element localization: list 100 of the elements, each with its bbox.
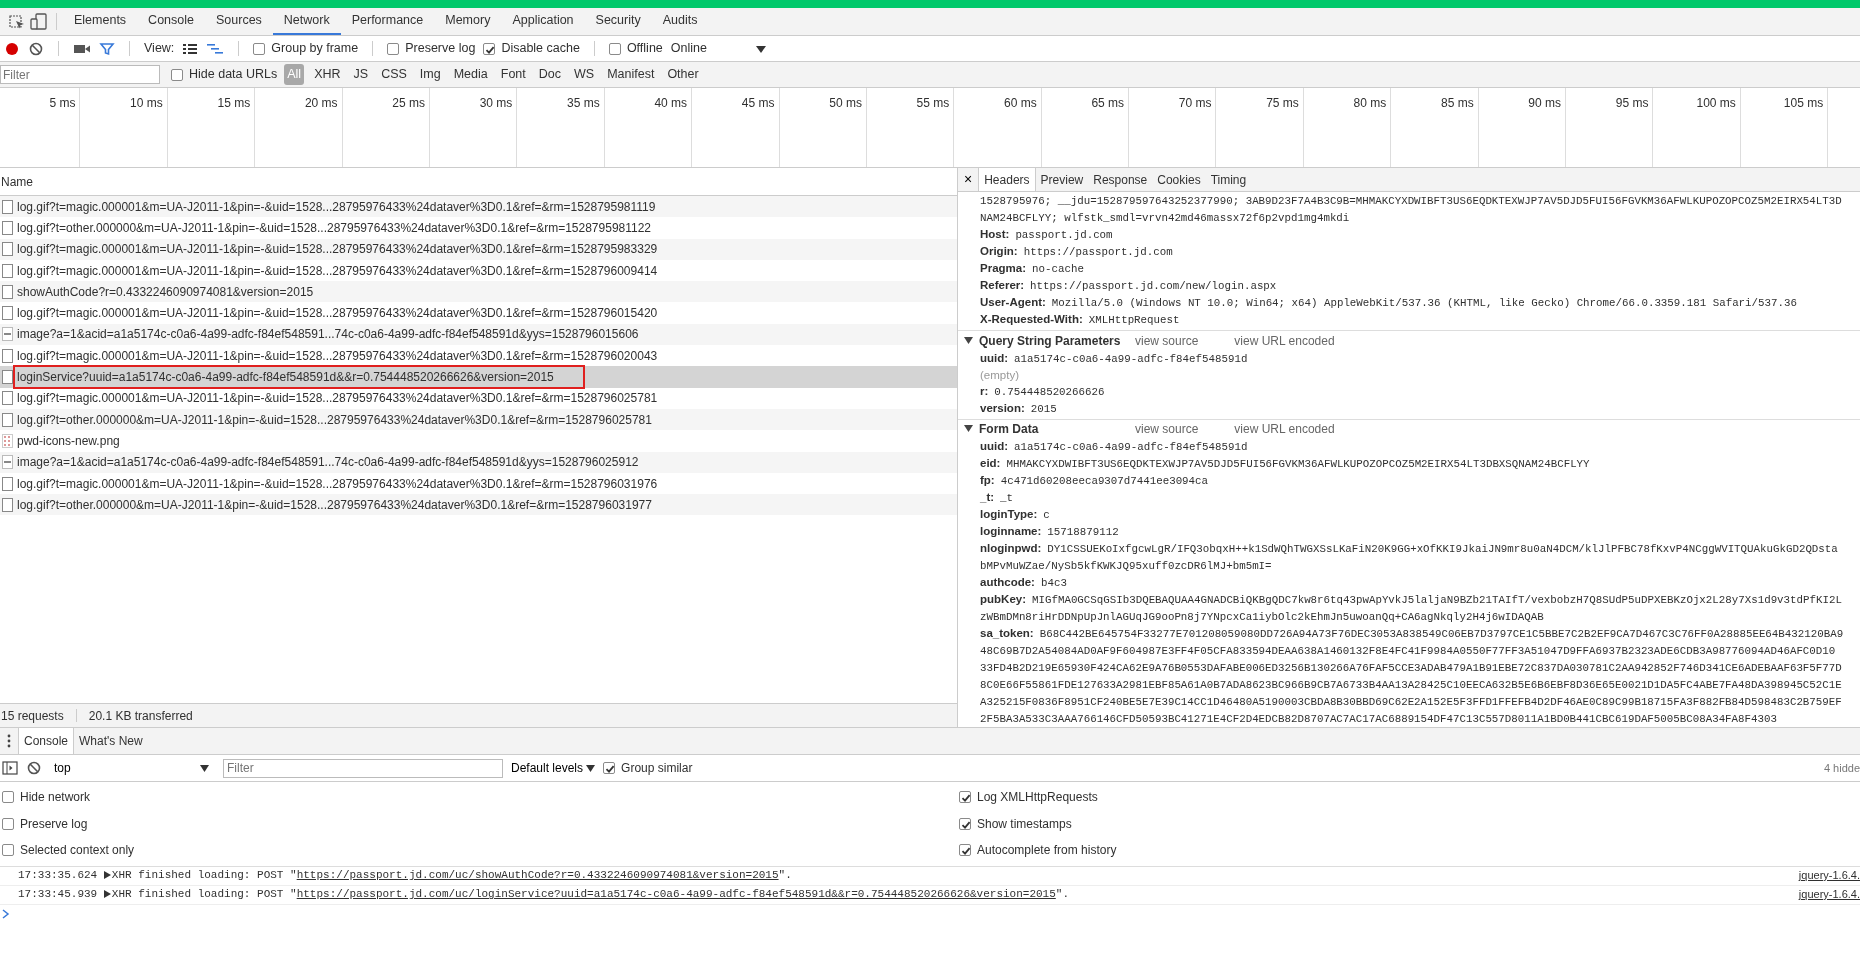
section-title[interactable]: Form Data [979,419,1129,438]
time-tick: 15 ms [167,88,256,167]
section-title[interactable]: Query String Parameters [979,331,1129,350]
expand-icon[interactable] [964,336,973,346]
record-icon[interactable] [4,40,20,57]
time-tick: 60 ms [954,88,1042,167]
panel-tab[interactable]: Elements [63,8,138,35]
request-row[interactable]: log.gif?t=magic.000001&m=UA-J2011-1&pin=-&uid=1528...28795976433%24dataver%3D0.1&ref=&rm=1528796009414 [0,259,957,282]
context-dropdown[interactable]: top [50,759,215,777]
time-tick: 80 ms [1303,88,1392,167]
panel-tab[interactable]: Console [137,8,205,35]
detail-tab[interactable]: Timing [1205,168,1252,192]
panel-tab[interactable]: Network [272,8,341,35]
request-name: log.gif?t=magic.000001&m=UA-J2011-1&pin=-&uid=1528...28795976433%24dataver%3D0.1&ref=&rm=1528796009414 [16,262,659,280]
checkbox-label: Offline [626,40,663,58]
request-row[interactable]: image?a=1&acid=a1a5174c-c0a6-4a99-adfc-f84ef548591...74c-c0a6-4a99-adfc-f84ef548591d&yys=1528796015606 [0,323,957,346]
request-row[interactable]: log.gif?t=other.000000&m=UA-J2011-1&pin=-&uid=1528...28795976433%24dataver%3D0.1&ref=&rm=1528796025781 [0,408,957,431]
type-filter[interactable]: Media [450,64,491,85]
type-filter[interactable]: Font [497,64,529,85]
type-filter[interactable]: JS [350,64,372,85]
url-link[interactable]: https://passport.jd.com/uc/loginService?uuid=a1a5174c-c0a6-4a99-adfc-f84ef548591d&&r=0.754448520266626&version=2015 [296,888,1056,901]
request-row[interactable]: log.gif?t=magic.000001&m=UA-J2011-1&pin=-&uid=1528...28795976433%24dataver%3D0.1&ref=&rm=1528795983329 [0,238,957,260]
checkbox[interactable] [2,791,14,804]
expand-icon[interactable] [103,871,111,880]
view-link[interactable]: view URL encoded [1234,331,1335,350]
time-tick: 50 ms [779,88,867,167]
type-filter[interactable]: Other [664,64,702,85]
expand-icon[interactable] [964,424,973,434]
checkbox[interactable] [959,791,971,804]
param-value: https://passport.jd.com/new/login.aspx [1030,280,1277,293]
request-row[interactable]: log.gif?t=magic.000001&m=UA-J2011-1&pin=-&uid=1528...28795976433%24dataver%3D0.1&ref=&rm=1528796031976 [0,472,957,495]
request-row[interactable]: log.gif?t=magic.000001&m=UA-J2011-1&pin=-&uid=1528...28795976433%24dataver%3D0.1&ref=&rm=1528796025781 [0,387,957,409]
request-row[interactable]: log.gif?t=magic.000001&m=UA-J2011-1&pin=-&uid=1528...28795976433%24dataver%3D0.1&ref=&rm=1528796015420 [0,302,957,324]
filter-icon[interactable] [99,40,115,57]
filter-field[interactable]: Filter [0,65,160,84]
throttling-value[interactable]: Online [670,39,707,58]
dropdown-icon[interactable] [754,43,767,54]
param-value: B68C442BE645754F33277E701208059080DD726A94A73F76DEC3053A838549C06EB7D3797CE1C5BBE7C2B2EF9CA7D467C3C76FF0A28885EE64B432120BA9 [1039,628,1844,640]
drawer-tab[interactable]: Console [18,728,75,754]
sidebar-icon[interactable] [2,761,18,775]
detail-tab[interactable]: Cookies [1152,168,1206,192]
request-row[interactable]: pwd-icons-new.png [0,430,957,452]
checkbox[interactable] [171,68,183,81]
checkbox[interactable] [387,42,400,55]
view-link[interactable]: view URL encoded [1234,419,1335,438]
prompt-icon[interactable] [2,909,10,919]
request-row[interactable]: log.gif?t=magic.000001&m=UA-J2011-1&pin=-&uid=1528...28795976433%24dataver%3D0.1&ref=&rm=1528796020043 [0,345,957,367]
checkbox[interactable] [603,762,616,774]
checkbox[interactable] [483,42,496,55]
request-row[interactable]: loginService?uuid=a1a5174c-c0a6-4a99-adfc-f84ef548591d&&r=0.754448520266626&version=2015 [0,366,957,388]
panel-tab[interactable]: Performance [340,8,435,35]
expand-icon[interactable] [103,890,111,899]
checkbox[interactable] [2,844,14,857]
panel-tab[interactable]: Application [501,8,585,35]
clear-icon[interactable] [28,40,44,57]
document-icon [2,497,13,512]
detail-tab[interactable]: Headers [978,168,1036,192]
request-row[interactable]: log.gif?t=magic.000001&m=UA-J2011-1&pin=-&uid=1528...28795976433%24dataver%3D0.1&ref=&rm=1528795981119 [0,196,957,218]
type-filter[interactable]: Img [416,64,444,85]
param-value: 0.754448520266626 [994,385,1105,398]
panel-tab[interactable]: Security [584,8,652,35]
checkbox[interactable] [608,42,621,55]
request-row[interactable]: image?a=1&acid=a1a5174c-c0a6-4a99-adfc-f84ef548591...74c-c0a6-4a99-adfc-f84ef548591d&yys=1528796025912 [0,451,957,473]
param-name: eid: [980,457,1001,469]
checkbox[interactable] [959,844,971,857]
clear-icon[interactable] [26,760,42,776]
panel-tab[interactable]: Sources [205,8,273,35]
drawer-tab[interactable]: What's New [74,728,148,754]
param-value: A325215F0836F8951CF240BE5E7E39C14CC1D46480A5190003CBDA8B30BBD69C62E2A152E5F3FFD1FFEFB4D2DF46AE0C89C99B18715FA3F882FB84D598483C2B759EF [980,696,1842,708]
type-filter[interactable]: Manifest [604,64,658,85]
request-name: log.gif?t=magic.000001&m=UA-J2011-1&pin=-&uid=1528...28795976433%24dataver%3D0.1&ref=&rm=1528796025781 [16,390,659,408]
panel-tab[interactable]: Memory [434,8,502,35]
panel-tab[interactable]: Audits [651,8,709,35]
checkbox[interactable] [253,42,266,55]
source-link[interactable]: jquery-1.6.4. [1798,867,1860,884]
close-button[interactable]: × [958,168,979,192]
source-link[interactable]: jquery-1.6.4. [1798,886,1860,903]
view-link[interactable]: view source [1135,331,1199,350]
url-link[interactable]: https://passport.jd.com/uc/showAuthCode?r=0.4332246090974081&version=2015 [296,869,779,882]
levels-dropdown[interactable]: Default levels [511,759,596,777]
request-row[interactable]: showAuthCode?r=0.4332246090974081&version=2015 [0,281,957,303]
request-row[interactable]: log.gif?t=other.000000&m=UA-J2011-1&pin=-&uid=1528...28795976433%24dataver%3D0.1&ref=&rm=1528796031977 [0,494,957,516]
checkbox[interactable] [2,817,14,830]
request-row[interactable]: log.gif?t=other.000000&m=UA-J2011-1&pin=-&uid=1528...28795976433%24dataver%3D0.1&ref=&rm=1528795981122 [0,217,957,239]
checkbox-label: Group similar [621,760,693,777]
view-link[interactable]: view source [1135,419,1199,438]
checkbox-label: Group by frame [271,40,359,58]
type-filter[interactable]: WS [571,64,598,85]
type-filter[interactable]: CSS [378,64,410,85]
column-header[interactable]: Name [1,172,33,191]
type-filter[interactable]: Doc [535,64,564,85]
filter-field[interactable]: Filter [223,758,503,778]
list-view-icon[interactable] [182,41,199,56]
detail-tab[interactable]: Preview [1035,168,1089,192]
checkbox[interactable] [959,817,971,830]
waterfall-icon[interactable] [206,41,225,56]
param-name: uuid: [980,351,1009,364]
detail-tab[interactable]: Response [1088,168,1153,192]
param-value: 2F5BA3A533C3AAA766146CFD50593BC41271E4CF2D4EDCB82D8707AC7AC17AC6889154DF47C13C557D8011A1BD0B441CBC619DAF5005BC08A34FA8F4303 [980,713,1777,725]
type-filter[interactable]: XHR [311,64,344,85]
